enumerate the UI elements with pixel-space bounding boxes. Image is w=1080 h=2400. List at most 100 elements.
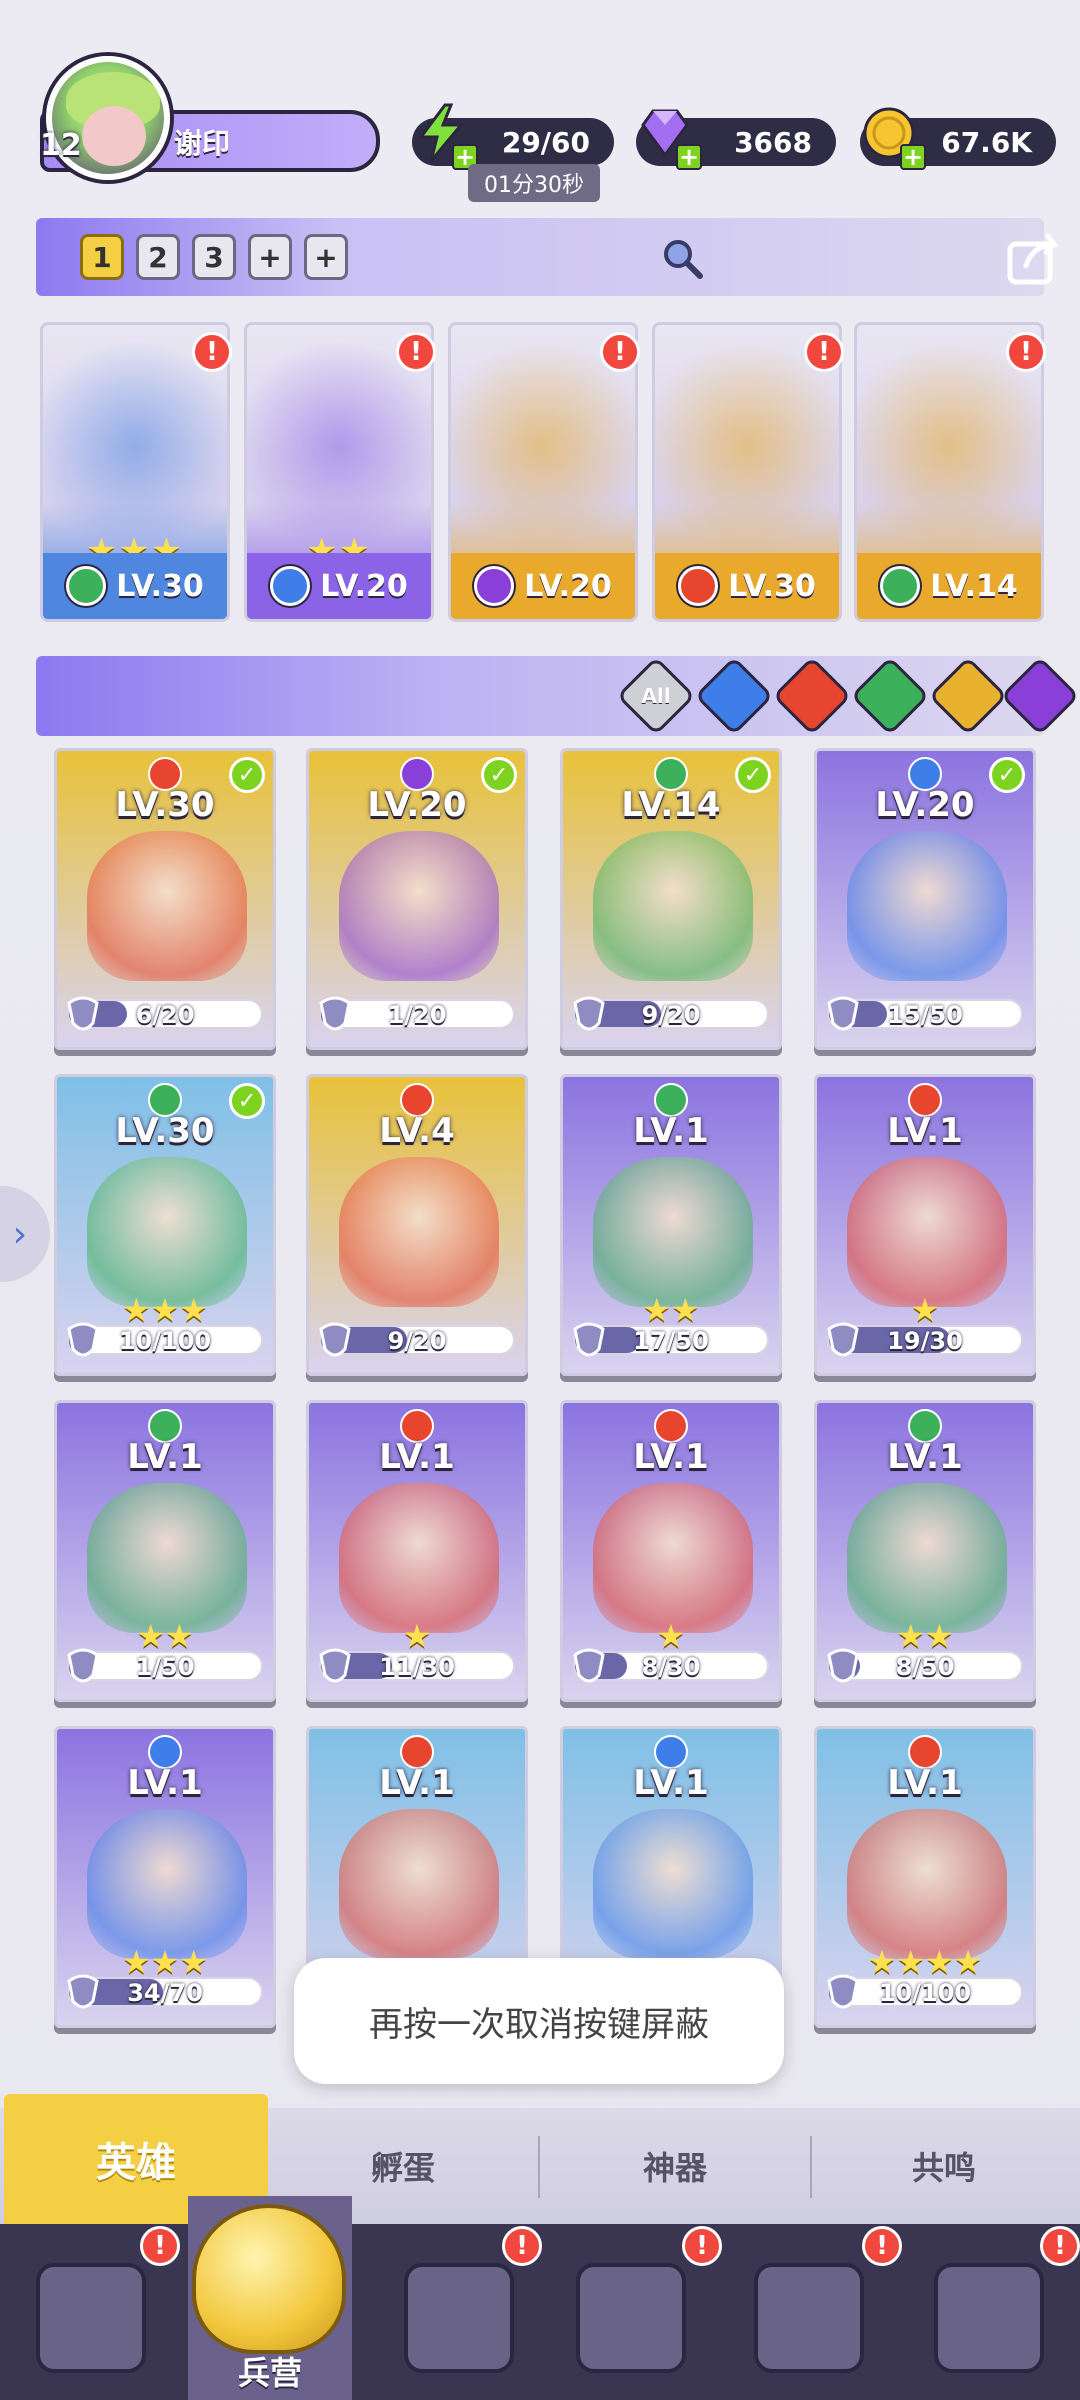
nav-castle[interactable] xyxy=(566,2248,696,2388)
team-tab-3[interactable]: 3 xyxy=(192,234,236,280)
hero-portrait xyxy=(847,831,1007,981)
shard-count: 15/50 xyxy=(887,1001,963,1029)
gems-value: 3668 xyxy=(734,125,812,159)
hero-portrait xyxy=(847,1157,1007,1307)
hero-card[interactable]: LV.1 ★ 11/30 xyxy=(306,1400,528,1702)
hero-portrait xyxy=(593,1483,753,1633)
shard-progress-bar: 9/20 xyxy=(573,996,769,1031)
hero-level-bar: LV.30 xyxy=(655,553,839,619)
shard-count: 1/20 xyxy=(387,1001,447,1029)
add-gems-button[interactable]: + xyxy=(676,143,702,171)
castle-icon xyxy=(576,2263,686,2373)
red-element-icon xyxy=(678,566,719,606)
nav-barracks[interactable]: 兵营 xyxy=(188,2196,352,2400)
hero-portrait xyxy=(593,831,753,981)
hero-card[interactable]: LV.1 ★★ 1/50 xyxy=(54,1400,276,1702)
alert-icon: ! xyxy=(1006,332,1046,372)
shard-count: 6/20 xyxy=(135,1001,195,1029)
hero-level: LV.20 xyxy=(320,568,408,604)
hero-portrait xyxy=(593,1157,753,1307)
filter-nature-icon[interactable] xyxy=(850,656,930,736)
map-icon xyxy=(404,2263,514,2373)
hero-portrait xyxy=(339,831,499,981)
hero-card[interactable]: LV.4 9/20 xyxy=(306,1074,528,1376)
green-element-icon xyxy=(66,566,107,606)
hero-card[interactable]: LV.1 ★★ 17/50 xyxy=(560,1074,782,1376)
element-filter-bar: All xyxy=(36,656,1080,736)
hero-portrait xyxy=(87,1157,247,1307)
toast-message: 再按一次取消按键屏蔽 xyxy=(294,1958,784,2084)
hero-portrait xyxy=(87,1809,247,1959)
nav-map[interactable] xyxy=(394,2248,524,2388)
shard-count: 9/20 xyxy=(641,1001,701,1029)
filter-light-icon[interactable] xyxy=(928,656,1008,736)
cards-icon xyxy=(36,2263,146,2373)
share-icon[interactable] xyxy=(1006,230,1066,286)
search-icon[interactable] xyxy=(660,236,704,280)
hero-card[interactable]: LV.30 ★★★ ✓ 10/100 xyxy=(54,1074,276,1376)
alert-icon: ! xyxy=(502,2226,542,2266)
hero-portrait xyxy=(847,1809,1007,1959)
gems-counter[interactable]: + 3668 xyxy=(636,109,836,171)
hero-level-bar: LV.20 xyxy=(451,553,635,619)
tab-resonance[interactable]: 共鸣 xyxy=(812,2130,1076,2202)
hero-level: LV.1 xyxy=(633,1437,709,1477)
hero-card[interactable]: LV.1 ★★ 8/50 xyxy=(814,1400,1036,1702)
coins-counter[interactable]: + 67.6K xyxy=(860,107,1056,171)
hero-level: LV.30 xyxy=(116,568,204,604)
barracks-icon xyxy=(192,2204,346,2354)
add-coins-button[interactable]: + xyxy=(900,143,926,171)
hero-level: LV.1 xyxy=(633,1111,709,1151)
shard-count: 17/50 xyxy=(633,1327,709,1355)
team-tab-add-1[interactable]: + xyxy=(248,234,292,280)
filter-dark-icon[interactable] xyxy=(1000,656,1080,736)
nav-cards[interactable] xyxy=(26,2248,156,2388)
hero-portrait xyxy=(593,1809,753,1959)
hero-level: LV.1 xyxy=(887,1763,963,1803)
deployed-check-icon: ✓ xyxy=(989,757,1025,793)
hero-portrait xyxy=(339,1483,499,1633)
shard-progress-bar: 10/100 xyxy=(67,1322,263,1357)
deployed-check-icon: ✓ xyxy=(229,1083,265,1119)
hero-portrait xyxy=(339,1157,499,1307)
nav-mushroom[interactable] xyxy=(744,2248,874,2388)
energy-counter[interactable]: + 29/60 xyxy=(412,103,614,171)
hero-card[interactable]: LV.1 ★★★ 34/70 xyxy=(54,1726,276,2028)
player-name: 谢印 xyxy=(174,127,231,160)
hero-card[interactable]: LV.20 ✓ 15/50 xyxy=(814,748,1036,1050)
hero-level-bar: LV.14 xyxy=(857,553,1041,619)
team-tab-1[interactable]: 1 xyxy=(80,234,124,280)
team-tab-2[interactable]: 2 xyxy=(136,234,180,280)
hero-level: LV.1 xyxy=(127,1437,203,1477)
shard-count: 19/30 xyxy=(887,1327,963,1355)
deployed-check-icon: ✓ xyxy=(735,757,771,793)
nav-barracks-label: 兵营 xyxy=(237,2354,302,2392)
filter-fire-icon[interactable] xyxy=(772,656,852,736)
shard-progress-bar: 6/20 xyxy=(67,996,263,1031)
filter-all-button[interactable]: All xyxy=(616,656,696,736)
tab-artifacts[interactable]: 神器 xyxy=(540,2130,810,2202)
shard-count: 8/50 xyxy=(895,1653,955,1681)
shard-progress-bar: 10/100 xyxy=(827,1974,1023,2009)
nav-banner[interactable] xyxy=(924,2248,1054,2388)
hero-card[interactable]: LV.30 ✓ 6/20 xyxy=(54,748,276,1050)
filter-water-icon[interactable] xyxy=(694,656,774,736)
hero-card[interactable]: LV.20 ✓ 1/20 xyxy=(306,748,528,1050)
alert-icon: ! xyxy=(140,2226,180,2266)
tab-hatch[interactable]: 孵蛋 xyxy=(268,2130,538,2202)
alert-icon: ! xyxy=(192,332,232,372)
energy-value: 29/60 xyxy=(501,125,590,159)
hero-card[interactable]: LV.1 ★ 19/30 xyxy=(814,1074,1036,1376)
chevron-right-icon[interactable]: › xyxy=(0,1186,50,1282)
hero-card[interactable]: LV.14 ✓ 9/20 xyxy=(560,748,782,1050)
team-tab-add-2[interactable]: + xyxy=(304,234,348,280)
alert-icon: ! xyxy=(1040,2226,1080,2266)
hero-card[interactable]: LV.1 ★ 8/30 xyxy=(560,1400,782,1702)
filter-label: All xyxy=(641,684,671,708)
shard-progress-bar: 8/50 xyxy=(827,1648,1023,1683)
hero-card[interactable]: LV.1 ★★★★ 10/100 xyxy=(814,1726,1036,2028)
alert-icon: ! xyxy=(682,2226,722,2266)
shard-progress-bar: 17/50 xyxy=(573,1322,769,1357)
shard-count: 11/30 xyxy=(379,1653,455,1681)
hero-level: LV.1 xyxy=(379,1437,455,1477)
